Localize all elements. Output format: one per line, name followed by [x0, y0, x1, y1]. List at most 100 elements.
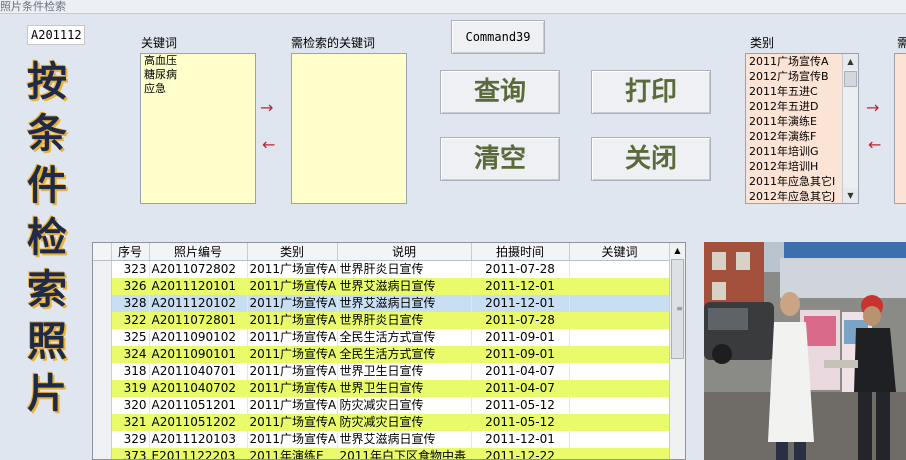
- cell-seq[interactable]: 321: [111, 414, 150, 431]
- cell-keywords[interactable]: [569, 431, 671, 448]
- table-row[interactable]: 324 A2011090101 2011广场宣传A 全民生活方式宣传 2011-09-0…: [93, 346, 671, 363]
- cell-photo-code[interactable]: A2011120102: [149, 295, 248, 312]
- grid-scrollbar[interactable]: ▲ ≡: [669, 243, 685, 459]
- row-selector[interactable]: [93, 295, 112, 312]
- cell-keywords[interactable]: [569, 363, 671, 380]
- cell-category[interactable]: 2011广场宣传A: [247, 414, 338, 431]
- category-item[interactable]: 2011年培训G: [746, 144, 843, 159]
- cell-category[interactable]: 2011广场宣传A: [247, 363, 338, 380]
- cell-photo-code[interactable]: A2011072801: [149, 312, 248, 329]
- cell-description[interactable]: 全民生活方式宣传: [337, 329, 472, 346]
- table-row[interactable]: 328 A2011120102 2011广场宣传A 世界艾滋病日宣传 2011-12-0…: [93, 295, 671, 312]
- row-selector-header[interactable]: [93, 243, 112, 261]
- cell-date[interactable]: 2011-12-01: [471, 278, 570, 295]
- cell-seq[interactable]: 320: [111, 397, 150, 414]
- cell-description[interactable]: 世界艾滋病日宣传: [337, 278, 472, 295]
- cell-keywords[interactable]: [569, 260, 671, 278]
- cell-photo-code[interactable]: A2011051201: [149, 397, 248, 414]
- column-header[interactable]: 序号: [111, 243, 150, 261]
- cell-category[interactable]: 2011广场宣传A: [247, 329, 338, 346]
- cell-category[interactable]: 2011广场宣传A: [247, 260, 338, 278]
- row-selector[interactable]: [93, 329, 112, 346]
- keyword-item[interactable]: 应急: [141, 82, 255, 96]
- cell-date[interactable]: 2011-07-28: [471, 260, 570, 278]
- category-item[interactable]: 2012年演练F: [746, 129, 843, 144]
- table-row[interactable]: 325 A2011090102 2011广场宣传A 全民生活方式宣传 2011-09-0…: [93, 329, 671, 346]
- cell-keywords[interactable]: [569, 448, 671, 459]
- search-category-list[interactable]: [894, 53, 906, 204]
- cell-description[interactable]: 防灾减灾日宣传: [337, 397, 472, 414]
- add-category-arrow[interactable]: →: [866, 100, 879, 116]
- cell-category[interactable]: 2011广场宣传A: [247, 312, 338, 329]
- cell-keywords[interactable]: [569, 329, 671, 346]
- cell-description[interactable]: 世界肝炎日宣传: [337, 312, 472, 329]
- scroll-up-icon[interactable]: ▲: [843, 54, 858, 69]
- row-selector[interactable]: [93, 278, 112, 295]
- category-item[interactable]: 2012广场宣传B: [746, 69, 843, 84]
- table-row[interactable]: 322 A2011072801 2011广场宣传A 世界肝炎日宣传 2011-07-28: [93, 312, 671, 329]
- cell-category[interactable]: 2011广场宣传A: [247, 278, 338, 295]
- category-scrollbar[interactable]: ▲ ▼: [842, 54, 858, 203]
- table-row[interactable]: 329 A2011120103 2011广场宣传A 世界艾滋病日宣传 2011-12-0…: [93, 431, 671, 448]
- cell-photo-code[interactable]: A2011040702: [149, 380, 248, 397]
- cell-seq[interactable]: 329: [111, 431, 150, 448]
- cell-photo-code[interactable]: A2011051202: [149, 414, 248, 431]
- cell-seq[interactable]: 318: [111, 363, 150, 380]
- search-keywords-list[interactable]: [291, 53, 407, 204]
- close-button[interactable]: 关闭: [591, 137, 711, 181]
- command39-button[interactable]: Command39: [451, 20, 545, 54]
- column-header[interactable]: 关键词: [569, 243, 671, 261]
- row-selector[interactable]: [93, 414, 112, 431]
- scroll-thumb[interactable]: [844, 71, 857, 87]
- cell-description[interactable]: 防灾减灾日宣传: [337, 414, 472, 431]
- row-selector[interactable]: [93, 448, 112, 459]
- cell-keywords[interactable]: [569, 295, 671, 312]
- cell-date[interactable]: 2011-09-01: [471, 329, 570, 346]
- cell-date[interactable]: 2011-09-01: [471, 346, 570, 363]
- cell-seq[interactable]: 324: [111, 346, 150, 363]
- row-selector[interactable]: [93, 363, 112, 380]
- cell-seq[interactable]: 323: [111, 260, 150, 278]
- category-item[interactable]: 2011年应急其它I: [746, 174, 843, 189]
- cell-description[interactable]: 世界卫生日宣传: [337, 380, 472, 397]
- cell-category[interactable]: 2011年演练E: [247, 448, 338, 459]
- add-keyword-arrow[interactable]: →: [260, 100, 273, 116]
- cell-category[interactable]: 2011广场宣传A: [247, 295, 338, 312]
- row-selector[interactable]: [93, 312, 112, 329]
- column-header[interactable]: 类别: [247, 243, 338, 261]
- cell-date[interactable]: 2011-12-01: [471, 431, 570, 448]
- cell-date[interactable]: 2011-05-12: [471, 397, 570, 414]
- category-item[interactable]: 2011年五进C: [746, 84, 843, 99]
- cell-seq[interactable]: 325: [111, 329, 150, 346]
- cell-category[interactable]: 2011广场宣传A: [247, 397, 338, 414]
- category-item[interactable]: 2012年五进D: [746, 99, 843, 114]
- photo-code-field[interactable]: A201112: [27, 25, 85, 45]
- cell-keywords[interactable]: [569, 346, 671, 363]
- cell-description[interactable]: 世界艾滋病日宣传: [337, 431, 472, 448]
- scroll-down-icon[interactable]: ▼: [843, 188, 858, 203]
- cell-date[interactable]: 2011-04-07: [471, 363, 570, 380]
- clear-button[interactable]: 清空: [440, 137, 560, 181]
- cell-date[interactable]: 2011-07-28: [471, 312, 570, 329]
- cell-photo-code[interactable]: A2011072802: [149, 260, 248, 278]
- column-header[interactable]: 照片编号: [149, 243, 248, 261]
- keyword-item[interactable]: 高血压: [141, 54, 255, 68]
- table-row[interactable]: 318 A2011040701 2011广场宣传A 世界卫生日宣传 2011-04-07: [93, 363, 671, 380]
- category-item[interactable]: 2011年演练E: [746, 114, 843, 129]
- cell-seq[interactable]: 373: [111, 448, 150, 459]
- category-item[interactable]: 2012年应急其它J: [746, 189, 843, 203]
- row-selector[interactable]: [93, 397, 112, 414]
- cell-keywords[interactable]: [569, 278, 671, 295]
- column-header[interactable]: 拍摄时间: [471, 243, 570, 261]
- cell-keywords[interactable]: [569, 380, 671, 397]
- cell-photo-code[interactable]: A2011120103: [149, 431, 248, 448]
- column-header[interactable]: 说明: [337, 243, 472, 261]
- category-item[interactable]: 2012年培训H: [746, 159, 843, 174]
- cell-category[interactable]: 2011广场宣传A: [247, 346, 338, 363]
- cell-photo-code[interactable]: A2011090101: [149, 346, 248, 363]
- cell-date[interactable]: 2011-12-22: [471, 448, 570, 459]
- remove-keyword-arrow[interactable]: ←: [262, 137, 275, 153]
- table-row[interactable]: 373 E2011122203 2011年演练E 2011年白下区食物中毒 2011-1…: [93, 448, 671, 459]
- row-selector[interactable]: [93, 260, 112, 278]
- row-selector[interactable]: [93, 346, 112, 363]
